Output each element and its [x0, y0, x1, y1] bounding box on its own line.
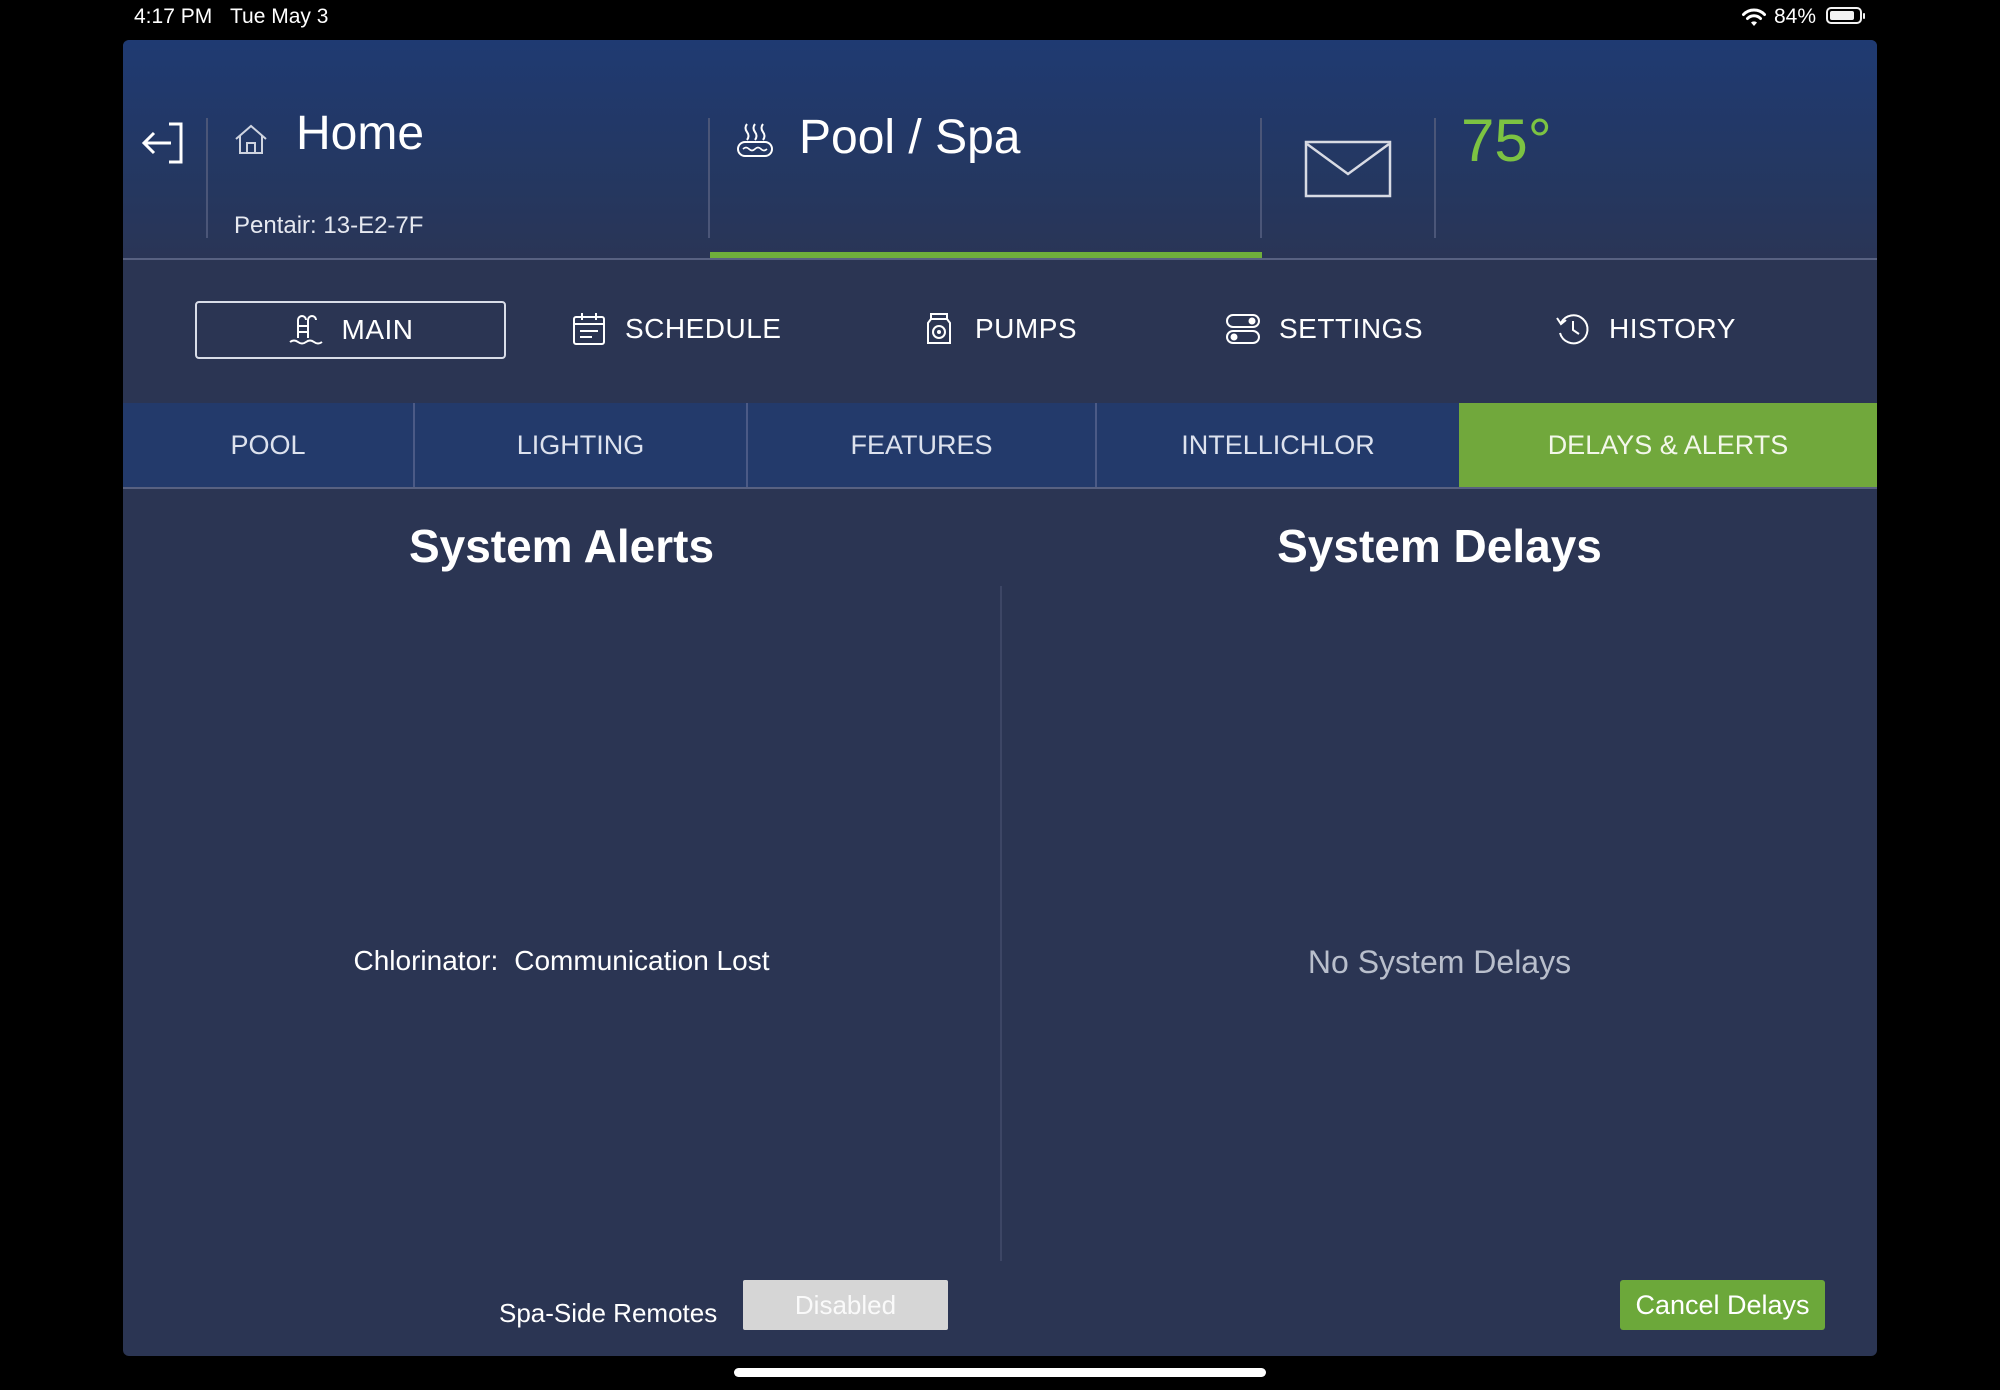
divider	[708, 118, 710, 238]
spa-remotes-toggle[interactable]: Disabled	[743, 1280, 948, 1330]
history-clock-icon	[1556, 314, 1589, 345]
spa-remotes-label: Spa-Side Remotes	[499, 1298, 718, 1328]
tab-intellichlor[interactable]: INTELLICHLOR	[1097, 403, 1459, 487]
pump-icon	[927, 313, 951, 344]
column-divider	[1000, 586, 1002, 1261]
nav-history-label: HISTORY	[1609, 313, 1736, 344]
toggle-settings-icon	[1226, 314, 1260, 344]
divider	[206, 118, 208, 238]
nav-main-label: MAIN	[341, 314, 414, 345]
tab-pool[interactable]: POOL	[123, 403, 415, 487]
nav-pumps-button[interactable]: PUMPS	[921, 301, 1077, 357]
status-time: 4:17 PM	[134, 5, 213, 28]
calendar-icon	[573, 313, 605, 345]
battery-icon	[1826, 7, 1865, 24]
home-indicator[interactable]	[734, 1368, 1266, 1377]
no-delays-message: No System Delays	[1307, 944, 1572, 980]
home-icon	[235, 124, 267, 154]
location-title[interactable]: Pool / Spa	[799, 110, 1020, 165]
cancel-delays-button[interactable]: Cancel Delays	[1620, 1280, 1825, 1330]
active-location-indicator	[710, 252, 1262, 258]
alert-item: Chlorinator: Communication Lost	[123, 945, 1000, 977]
sub-tabs: POOL LIGHTING FEATURES INTELLICHLOR DELA…	[123, 403, 1877, 489]
nav-history-button[interactable]: HISTORY	[1555, 301, 1736, 357]
app-window: Home Pentair: 13-E2-7F Pool / Spa 75° MA…	[123, 40, 1877, 1356]
header: Home Pentair: 13-E2-7F Pool / Spa 75°	[123, 40, 1877, 260]
home-title[interactable]: Home	[296, 106, 424, 161]
status-date: Tue May 3	[230, 5, 329, 28]
mail-icon[interactable]	[1304, 140, 1392, 198]
divider	[1260, 118, 1262, 238]
delays-alerts-panel: System Alerts System Delays Chlorinator:…	[123, 489, 1877, 1356]
temperature-readout: 75°	[1461, 107, 1552, 174]
pool-ladder-icon	[288, 315, 323, 345]
hot-tub-icon	[737, 123, 773, 157]
tab-features[interactable]: FEATURES	[748, 403, 1097, 487]
divider	[1434, 118, 1436, 238]
status-bar: 4:17 PM Tue May 3 84%	[0, 0, 2000, 40]
nav-schedule-label: SCHEDULE	[625, 313, 782, 344]
nav-settings-button[interactable]: SETTINGS	[1225, 301, 1423, 357]
nav-main-button[interactable]: MAIN	[195, 301, 506, 359]
alert-message: Communication Lost	[514, 945, 770, 976]
alert-source: Chlorinator:	[353, 945, 499, 976]
tab-lighting[interactable]: LIGHTING	[415, 403, 748, 487]
tab-delays-alerts[interactable]: DELAYS & ALERTS	[1459, 403, 1877, 487]
nav-settings-label: SETTINGS	[1279, 313, 1424, 344]
nav-pumps-label: PUMPS	[975, 313, 1078, 344]
system-alerts-title: System Alerts	[408, 520, 715, 572]
system-delays-title: System Delays	[1277, 520, 1602, 572]
nav-schedule-button[interactable]: SCHEDULE	[571, 301, 781, 357]
controller-id: Pentair: 13-E2-7F	[234, 212, 424, 239]
logout-icon[interactable]	[141, 120, 187, 166]
battery-percent: 84%	[1774, 5, 1817, 28]
wifi-icon	[1742, 8, 1766, 26]
